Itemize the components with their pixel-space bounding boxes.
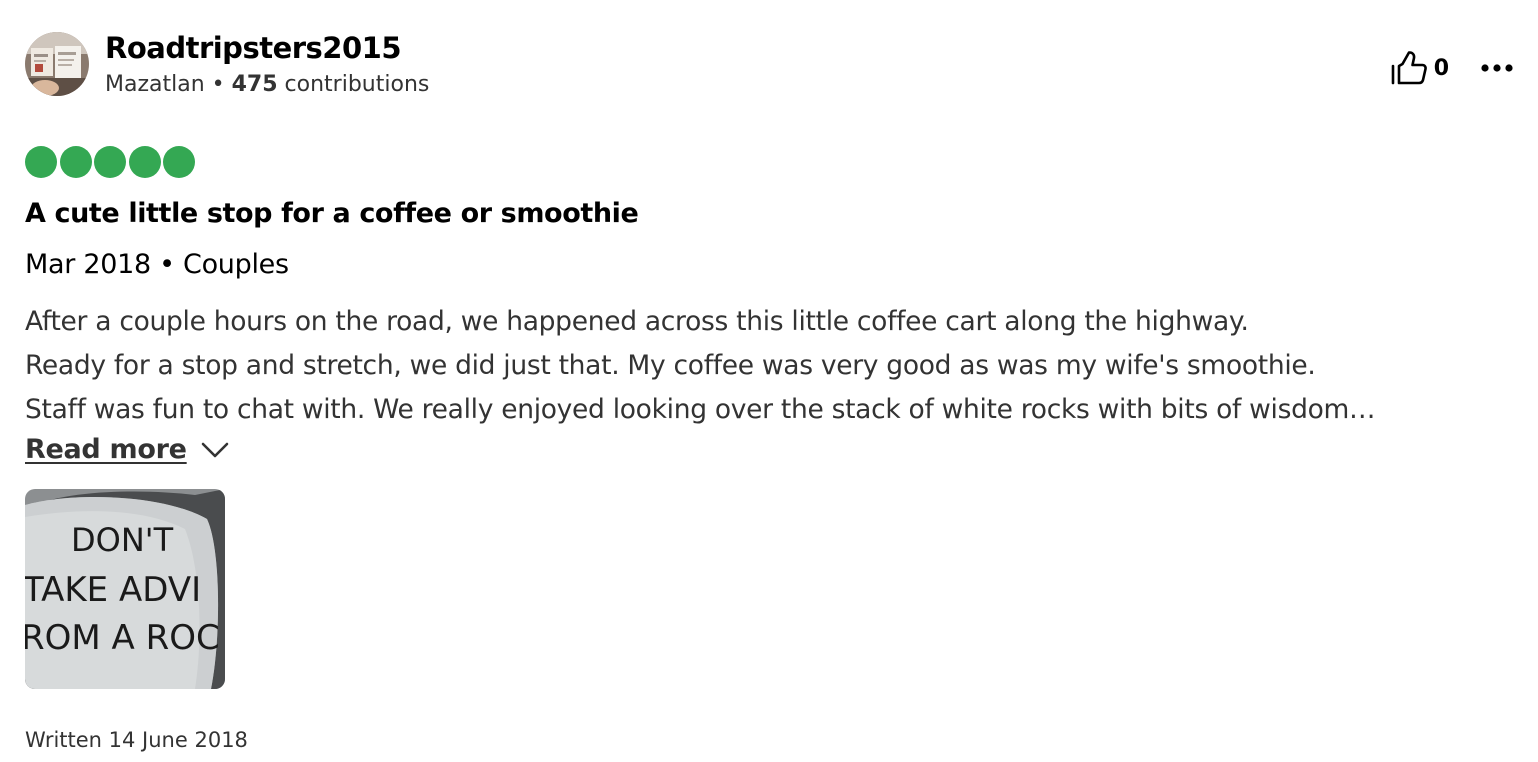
photo-text-line: ROM A ROC (25, 618, 220, 658)
written-date: Written 14 June 2018 (25, 728, 248, 752)
review-body-line: Staff was fun to chat with. We really en… (25, 394, 1376, 425)
like-count: 0 (1433, 55, 1449, 81)
review-body-line: Ready for a stop and stretch, we did jus… (25, 350, 1316, 381)
read-more-label: Read more (25, 434, 187, 465)
chevron-down-icon (201, 442, 228, 458)
photo-text-line: DON'T (71, 521, 174, 559)
review-actions: 0 (1390, 50, 1515, 86)
review-title[interactable]: A cute little stop for a coffee or smoot… (25, 196, 639, 232)
photo-text-line: TAKE ADVI (25, 570, 201, 610)
author-avatar[interactable] (25, 32, 89, 96)
author-meta: Mazatlan • 475 contributions (105, 72, 429, 98)
rating-bubble-filled (163, 146, 195, 178)
review-header: Roadtripsters2015 Mazatlan • 475 contrib… (25, 32, 1515, 98)
review-body-line: After a couple hours on the road, we hap… (25, 306, 1249, 337)
more-options-icon (1481, 64, 1513, 72)
rating-bubble-filled (94, 146, 126, 178)
author-location: Mazatlan (105, 72, 205, 97)
rating-bubble-filled (59, 146, 92, 178)
more-options-button[interactable] (1479, 50, 1515, 86)
like-button[interactable]: 0 (1390, 50, 1449, 86)
author-username[interactable]: Roadtripsters2015 (105, 32, 402, 64)
read-more-button[interactable]: Read more (25, 432, 229, 468)
thumbs-up-icon (1391, 51, 1427, 85)
contributions-count: 475 (231, 72, 278, 97)
avatar-photo-icon (25, 32, 89, 96)
bubble-rating (25, 146, 198, 180)
rock-photo-image: DON'T TAKE ADVI ROM A ROC (25, 489, 225, 689)
contributions-label: contributions (277, 72, 430, 97)
review-card: Roadtripsters2015 Mazatlan • 475 contrib… (25, 32, 1515, 762)
review-photo[interactable]: DON'T TAKE ADVI ROM A ROC (25, 489, 225, 689)
rating-bubble-filled (25, 146, 57, 178)
review-body: After a couple hours on the road, we hap… (25, 300, 1515, 432)
rating-bubble-filled (128, 146, 161, 178)
trip-info: Mar 2018 • Couples (25, 249, 289, 280)
meta-separator: • (204, 72, 232, 97)
